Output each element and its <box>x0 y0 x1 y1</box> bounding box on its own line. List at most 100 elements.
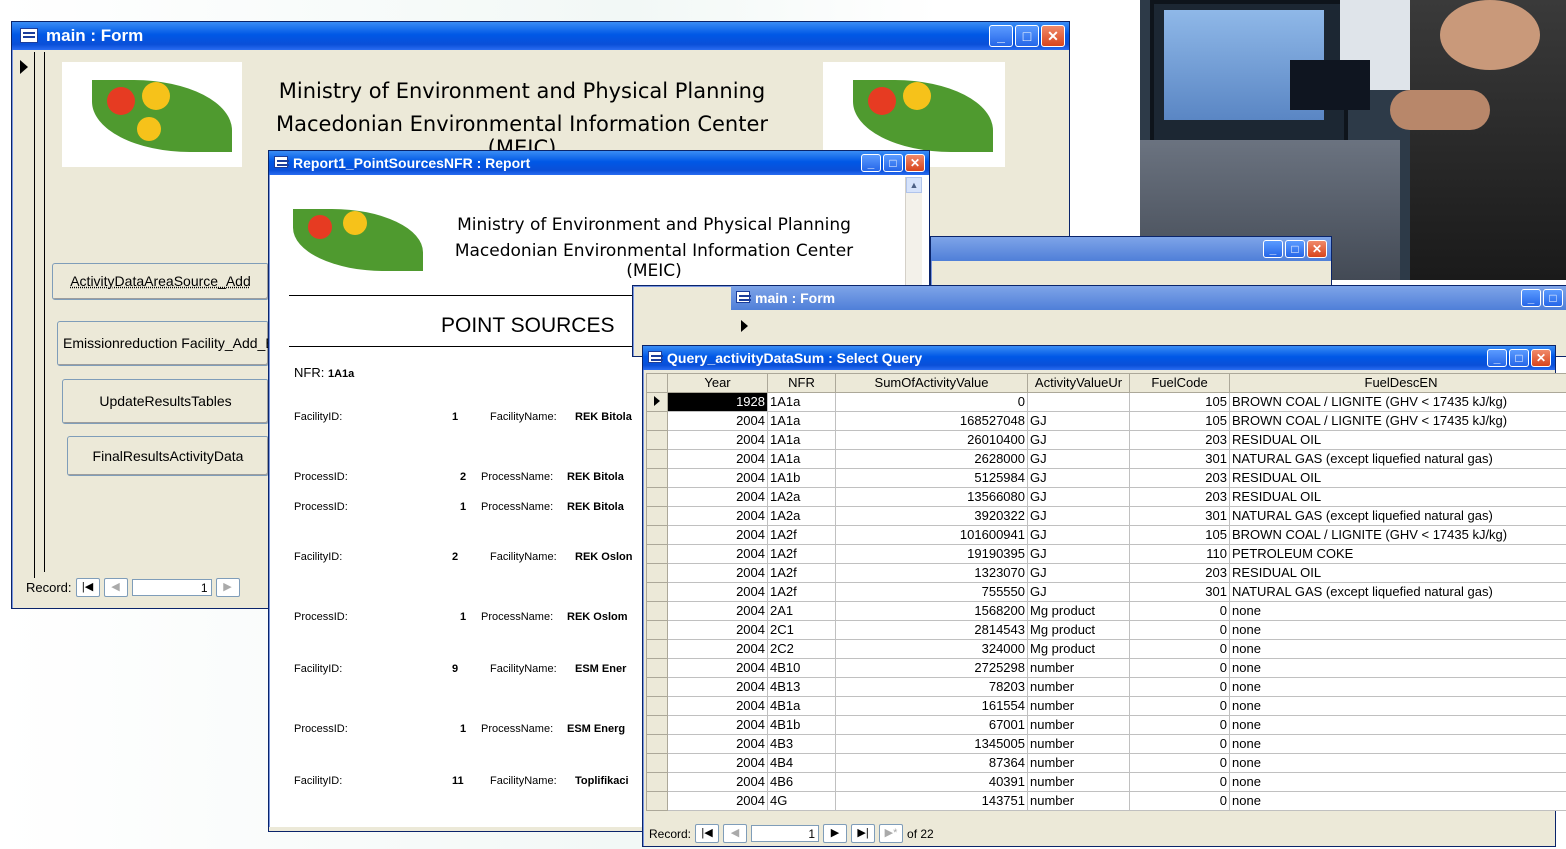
record-selector[interactable] <box>646 506 668 526</box>
column-header-activity-value-unit[interactable]: ActivityValueUr <box>1027 373 1130 393</box>
cell-fuel-code[interactable]: 203 <box>1129 563 1230 583</box>
cell-fuel-code[interactable]: 301 <box>1129 582 1230 602</box>
cell-nfr[interactable]: 1A2f <box>767 582 836 602</box>
cell-fuel-code[interactable]: 0 <box>1129 639 1230 659</box>
activity-data-area-source-add-button[interactable]: ActivityDataAreaSource_Add <box>52 263 269 300</box>
cell-year[interactable]: 2004 <box>667 677 768 697</box>
table-row[interactable]: 2004 4B1a 161554 number 0 none <box>646 696 1566 716</box>
cell-fuel-code[interactable]: 0 <box>1129 601 1230 621</box>
cell-nfr[interactable]: 1A2f <box>767 544 836 564</box>
cell-nfr[interactable]: 1A1a <box>767 392 836 412</box>
cell-sum-activity-value[interactable]: 0 <box>835 392 1028 412</box>
cell-fuel-desc[interactable]: NATURAL GAS (except liquefied natural ga… <box>1229 449 1566 469</box>
emission-reduction-facility-add-button[interactable]: Emissionreduction Facility_Add_E <box>57 321 269 366</box>
cell-activity-value-unit[interactable]: number <box>1027 696 1130 716</box>
maximize-button[interactable]: □ <box>1285 240 1305 258</box>
table-row[interactable]: 2004 1A2f 1323070 GJ 203 RESIDUAL OIL <box>646 563 1566 583</box>
maximize-button[interactable]: □ <box>1509 349 1529 367</box>
cell-fuel-code[interactable]: 0 <box>1129 658 1230 678</box>
minimize-button[interactable]: _ <box>1263 240 1283 258</box>
table-row[interactable]: 2004 1A1b 5125984 GJ 203 RESIDUAL OIL <box>646 468 1566 488</box>
table-row[interactable]: 2004 1A2f 755550 GJ 301 NATURAL GAS (except l… <box>646 582 1566 602</box>
cell-fuel-code[interactable]: 105 <box>1129 411 1230 431</box>
cell-fuel-desc[interactable]: BROWN COAL / LIGNITE (GHV < 17435 kJ/kg) <box>1229 525 1566 545</box>
record-selector[interactable] <box>646 772 668 792</box>
table-row[interactable]: 2004 1A2a 3920322 GJ 301 NATURAL GAS (except … <box>646 506 1566 526</box>
cell-fuel-code[interactable]: 105 <box>1129 392 1230 412</box>
cell-sum-activity-value[interactable]: 1323070 <box>835 563 1028 583</box>
cell-fuel-desc[interactable]: none <box>1229 734 1566 754</box>
cell-fuel-desc[interactable]: RESIDUAL OIL <box>1229 430 1566 450</box>
cell-year[interactable]: 2004 <box>667 639 768 659</box>
cell-sum-activity-value[interactable]: 143751 <box>835 791 1028 811</box>
table-row[interactable]: 2004 4B10 2725298 number 0 none <box>646 658 1566 678</box>
cell-fuel-desc[interactable]: RESIDUAL OIL <box>1229 468 1566 488</box>
cell-activity-value-unit[interactable]: Mg product <box>1027 639 1130 659</box>
record-selector[interactable] <box>646 639 668 659</box>
cell-fuel-desc[interactable]: none <box>1229 753 1566 773</box>
cell-fuel-desc[interactable]: RESIDUAL OIL <box>1229 487 1566 507</box>
close-button[interactable]: ✕ <box>1041 25 1065 47</box>
table-row[interactable]: 2004 4B1b 67001 number 0 none <box>646 715 1566 735</box>
cell-fuel-desc[interactable]: none <box>1229 791 1566 811</box>
cell-nfr[interactable]: 1A2f <box>767 563 836 583</box>
cell-year[interactable]: 2004 <box>667 487 768 507</box>
record-selector[interactable] <box>646 753 668 773</box>
close-button[interactable]: ✕ <box>1531 349 1551 367</box>
column-header-nfr[interactable]: NFR <box>767 373 836 393</box>
record-selector[interactable] <box>646 734 668 754</box>
cell-nfr[interactable]: 1A1a <box>767 411 836 431</box>
cell-nfr[interactable]: 1A2a <box>767 506 836 526</box>
cell-nfr[interactable]: 1A2f <box>767 525 836 545</box>
cell-year[interactable]: 2004 <box>667 411 768 431</box>
record-selector[interactable] <box>14 52 35 578</box>
cell-fuel-code[interactable]: 203 <box>1129 468 1230 488</box>
current-record-selector[interactable] <box>646 392 668 412</box>
cell-nfr[interactable]: 1A1a <box>767 449 836 469</box>
cell-activity-value-unit[interactable]: number <box>1027 677 1130 697</box>
cell-activity-value-unit[interactable]: Mg product <box>1027 620 1130 640</box>
table-row[interactable]: 2004 1A1a 2628000 GJ 301 NATURAL GAS (except … <box>646 449 1566 469</box>
cell-nfr[interactable]: 4B13 <box>767 677 836 697</box>
cell-year[interactable]: 2004 <box>667 563 768 583</box>
cell-fuel-code[interactable]: 301 <box>1129 449 1230 469</box>
record-selector[interactable] <box>646 449 668 469</box>
table-row[interactable]: 2004 1A2f 101600941 GJ 105 BROWN COAL / LIGNI… <box>646 525 1566 545</box>
cell-fuel-code[interactable]: 203 <box>1129 487 1230 507</box>
cell-fuel-code[interactable]: 301 <box>1129 506 1230 526</box>
cell-sum-activity-value[interactable]: 87364 <box>835 753 1028 773</box>
cell-nfr[interactable]: 2A1 <box>767 601 836 621</box>
cell-fuel-code[interactable]: 0 <box>1129 753 1230 773</box>
cell-activity-value-unit[interactable]: GJ <box>1027 468 1130 488</box>
record-selector[interactable] <box>646 544 668 564</box>
cell-activity-value-unit[interactable]: GJ <box>1027 506 1130 526</box>
cell-fuel-code[interactable]: 105 <box>1129 525 1230 545</box>
cell-year[interactable]: 2004 <box>667 658 768 678</box>
cell-sum-activity-value[interactable]: 78203 <box>835 677 1028 697</box>
close-button[interactable]: ✕ <box>905 154 925 172</box>
cell-fuel-code[interactable]: 0 <box>1129 715 1230 735</box>
previous-record-button[interactable]: ◀ <box>723 824 748 843</box>
record-selector[interactable] <box>646 715 668 735</box>
cell-nfr[interactable]: 1A2a <box>767 487 836 507</box>
cell-activity-value-unit[interactable]: GJ <box>1027 487 1130 507</box>
cell-fuel-desc[interactable]: none <box>1229 601 1566 621</box>
cell-fuel-desc[interactable]: RESIDUAL OIL <box>1229 563 1566 583</box>
record-selector[interactable] <box>646 487 668 507</box>
cell-fuel-desc[interactable]: none <box>1229 696 1566 716</box>
cell-year[interactable]: 2004 <box>667 544 768 564</box>
cell-fuel-code[interactable]: 0 <box>1129 620 1230 640</box>
cell-nfr[interactable]: 4B6 <box>767 772 836 792</box>
second-main-form-titlebar[interactable]: main : Form _ □ <box>731 286 1566 310</box>
table-row[interactable]: 2004 1A1a 26010400 GJ 203 RESIDUAL OIL <box>646 430 1566 450</box>
cell-activity-value-unit[interactable]: GJ <box>1027 449 1130 469</box>
table-row[interactable]: 2004 1A2f 19190395 GJ 110 PETROLEUM COKE <box>646 544 1566 564</box>
cell-nfr[interactable]: 1A1b <box>767 468 836 488</box>
cell-activity-value-unit[interactable]: number <box>1027 753 1130 773</box>
column-header-fuel-desc[interactable]: FuelDescEN <box>1229 373 1566 393</box>
cell-fuel-code[interactable]: 203 <box>1129 430 1230 450</box>
table-row[interactable]: 2004 4B13 78203 number 0 none <box>646 677 1566 697</box>
cell-activity-value-unit[interactable]: number <box>1027 791 1130 811</box>
record-number-input[interactable]: 1 <box>751 825 820 842</box>
cell-fuel-code[interactable]: 0 <box>1129 677 1230 697</box>
